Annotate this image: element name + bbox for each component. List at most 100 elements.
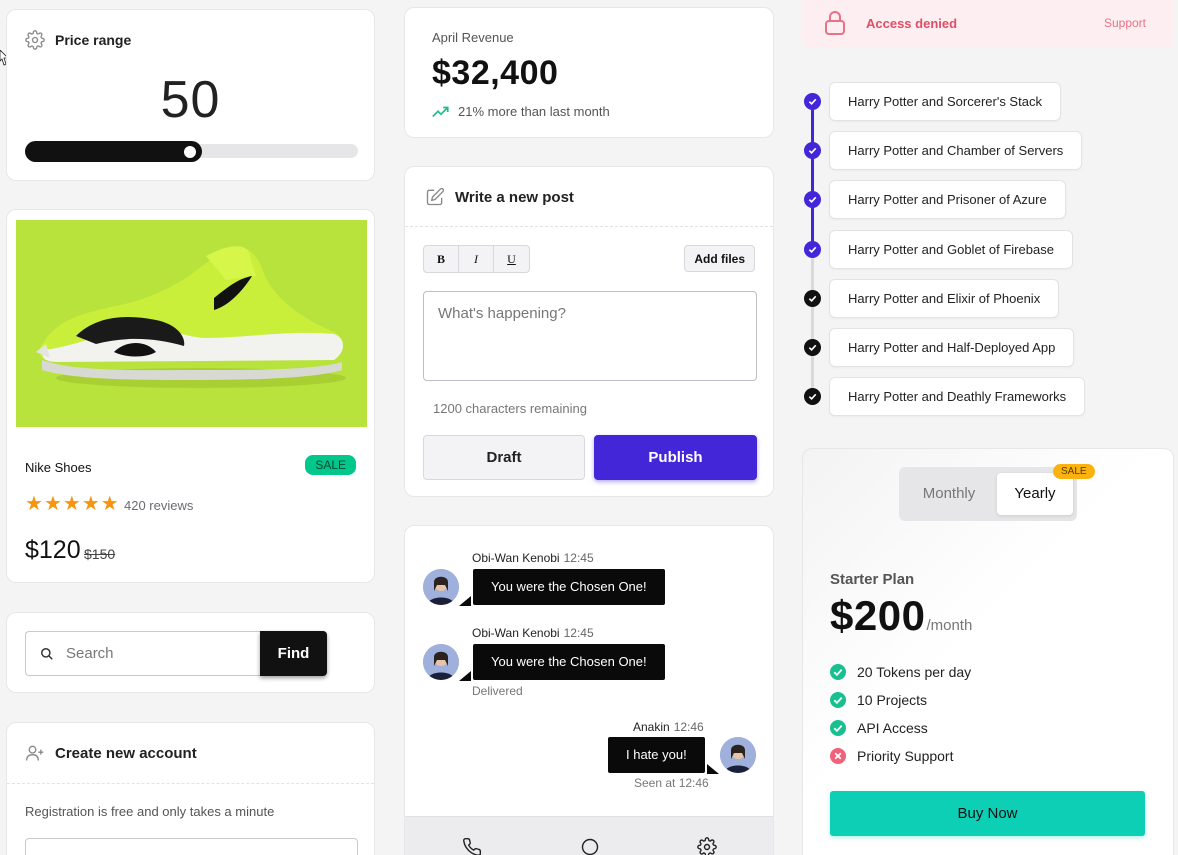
product-old-price: $150 bbox=[84, 546, 116, 562]
timeline-item[interactable]: Harry Potter and Chamber of Servers bbox=[829, 131, 1083, 170]
phone-icon[interactable] bbox=[462, 837, 482, 855]
feature-item: 10 Projects bbox=[830, 692, 927, 708]
timeline-item[interactable]: Harry Potter and Sorcerer's Stack bbox=[829, 82, 1061, 121]
registration-field[interactable] bbox=[25, 838, 358, 855]
plan-amount: $200 bbox=[830, 592, 926, 639]
person-avatar-icon bbox=[720, 737, 756, 773]
format-toolbar: B I U bbox=[423, 245, 530, 273]
check-icon bbox=[804, 241, 821, 258]
edit-icon bbox=[426, 187, 445, 206]
avatar bbox=[720, 737, 756, 773]
check-circle-icon bbox=[830, 720, 846, 736]
timeline-item[interactable]: Harry Potter and Elixir of Phoenix bbox=[829, 279, 1060, 318]
message-bubble: You were the Chosen One! bbox=[473, 644, 665, 680]
feature-label: 10 Projects bbox=[857, 692, 928, 708]
price-slider-thumb[interactable] bbox=[182, 144, 198, 160]
feature-item: API Access bbox=[830, 720, 928, 736]
message-time: 12:45 bbox=[563, 626, 594, 640]
create-account-card: Create new account Registration is free … bbox=[6, 722, 375, 855]
product-image bbox=[16, 220, 367, 427]
draft-button[interactable]: Draft bbox=[423, 435, 585, 480]
search-card: Find bbox=[6, 612, 375, 693]
search-input[interactable] bbox=[66, 645, 236, 662]
product-name: Nike Shoes bbox=[25, 460, 92, 475]
price-range-value: 50 bbox=[160, 71, 221, 129]
avatar bbox=[423, 644, 459, 680]
find-button[interactable]: Find bbox=[260, 631, 327, 676]
support-link[interactable]: Support bbox=[1104, 16, 1146, 30]
divider bbox=[405, 226, 773, 227]
search-icon bbox=[41, 647, 53, 660]
check-icon bbox=[804, 142, 821, 159]
x-circle-icon bbox=[830, 748, 846, 764]
timeline-item[interactable]: Harry Potter and Goblet of Firebase bbox=[829, 230, 1073, 269]
search-box bbox=[25, 631, 261, 676]
buy-now-button[interactable]: Buy Now bbox=[830, 791, 1145, 836]
star-icon: ★ bbox=[25, 493, 43, 515]
yearly-sale-badge: SALE bbox=[1053, 464, 1095, 479]
yearly-option[interactable]: Yearly bbox=[997, 473, 1073, 515]
chat-toolbar bbox=[405, 816, 773, 855]
billing-toggle: Monthly Yearly bbox=[899, 467, 1077, 521]
bubble-tail bbox=[459, 596, 471, 606]
person-avatar-icon bbox=[423, 569, 459, 605]
message-meta: Anakin 12:46 bbox=[633, 720, 704, 734]
star-icon: ★ bbox=[43, 493, 62, 515]
check-icon bbox=[804, 191, 821, 208]
feature-label: Priority Support bbox=[857, 748, 954, 764]
price-range-card: Price range 50 bbox=[6, 9, 375, 181]
create-account-title: Create new account bbox=[55, 744, 197, 762]
feature-item: 20 Tokens per day bbox=[830, 664, 971, 680]
check-circle-icon bbox=[830, 692, 846, 708]
plan-price: $200 /month bbox=[830, 592, 972, 640]
message-status: Delivered bbox=[472, 684, 523, 698]
price-range-header: Price range bbox=[25, 30, 131, 50]
message-author: Obi-Wan Kenobi bbox=[472, 626, 560, 640]
revenue-trend: 21% more than last month bbox=[432, 104, 610, 119]
feature-label: API Access bbox=[857, 720, 928, 736]
message-meta: Obi-Wan Kenobi 12:45 bbox=[472, 626, 594, 640]
star-icon: ★ bbox=[100, 493, 119, 515]
add-files-button[interactable]: Add files bbox=[684, 245, 755, 272]
timeline-item[interactable]: Harry Potter and Prisoner of Azure bbox=[829, 180, 1066, 219]
bubble-tail bbox=[707, 764, 719, 774]
underline-button[interactable]: U bbox=[494, 246, 529, 272]
plan-period: /month bbox=[926, 617, 973, 634]
plan-name: Starter Plan bbox=[830, 571, 915, 588]
revenue-value: $32,400 bbox=[432, 54, 559, 92]
italic-button[interactable]: I bbox=[459, 246, 494, 272]
message-bubble: I hate you! bbox=[608, 737, 705, 773]
add-user-icon bbox=[26, 745, 44, 761]
message-bubble: You were the Chosen One! bbox=[473, 569, 665, 605]
price-range-title: Price range bbox=[55, 32, 132, 48]
lock-icon bbox=[825, 11, 845, 35]
check-circle-icon bbox=[830, 664, 846, 680]
characters-remaining: 1200 characters remaining bbox=[433, 401, 587, 416]
message-status: Seen at 12:46 bbox=[634, 776, 709, 790]
create-account-header: Create new account bbox=[25, 743, 197, 763]
gear-icon bbox=[25, 30, 45, 50]
product-card: Nike Shoes SALE ★ ★ ★ ★ ★ 420 reviews $1… bbox=[6, 209, 375, 583]
timeline-item[interactable]: Harry Potter and Half-Deployed App bbox=[829, 328, 1075, 367]
pricing-card: Monthly Yearly SALE Starter Plan $200 /m… bbox=[802, 448, 1174, 855]
message-time: 12:46 bbox=[673, 720, 704, 734]
revenue-label: April Revenue bbox=[432, 30, 514, 45]
message-author: Obi-Wan Kenobi bbox=[472, 551, 560, 565]
timeline-item[interactable]: Harry Potter and Deathly Frameworks bbox=[829, 377, 1086, 416]
new-post-header: Write a new post bbox=[425, 187, 574, 207]
monthly-option[interactable]: Monthly bbox=[905, 473, 993, 515]
chat-bubble-icon[interactable] bbox=[580, 837, 600, 855]
product-price: $120 bbox=[25, 536, 81, 564]
sale-badge: SALE bbox=[305, 455, 356, 475]
check-icon bbox=[804, 388, 821, 405]
check-icon bbox=[804, 339, 821, 356]
publish-button[interactable]: Publish bbox=[594, 435, 757, 480]
alert-title: Access denied bbox=[866, 16, 958, 31]
gear-icon[interactable] bbox=[697, 837, 717, 855]
divider bbox=[7, 783, 374, 784]
post-textarea[interactable] bbox=[423, 291, 757, 381]
access-denied-alert: Access denied Support bbox=[802, 0, 1174, 48]
bubble-tail bbox=[459, 671, 471, 681]
bold-button[interactable]: B bbox=[424, 246, 459, 272]
trending-up-icon bbox=[432, 106, 449, 117]
